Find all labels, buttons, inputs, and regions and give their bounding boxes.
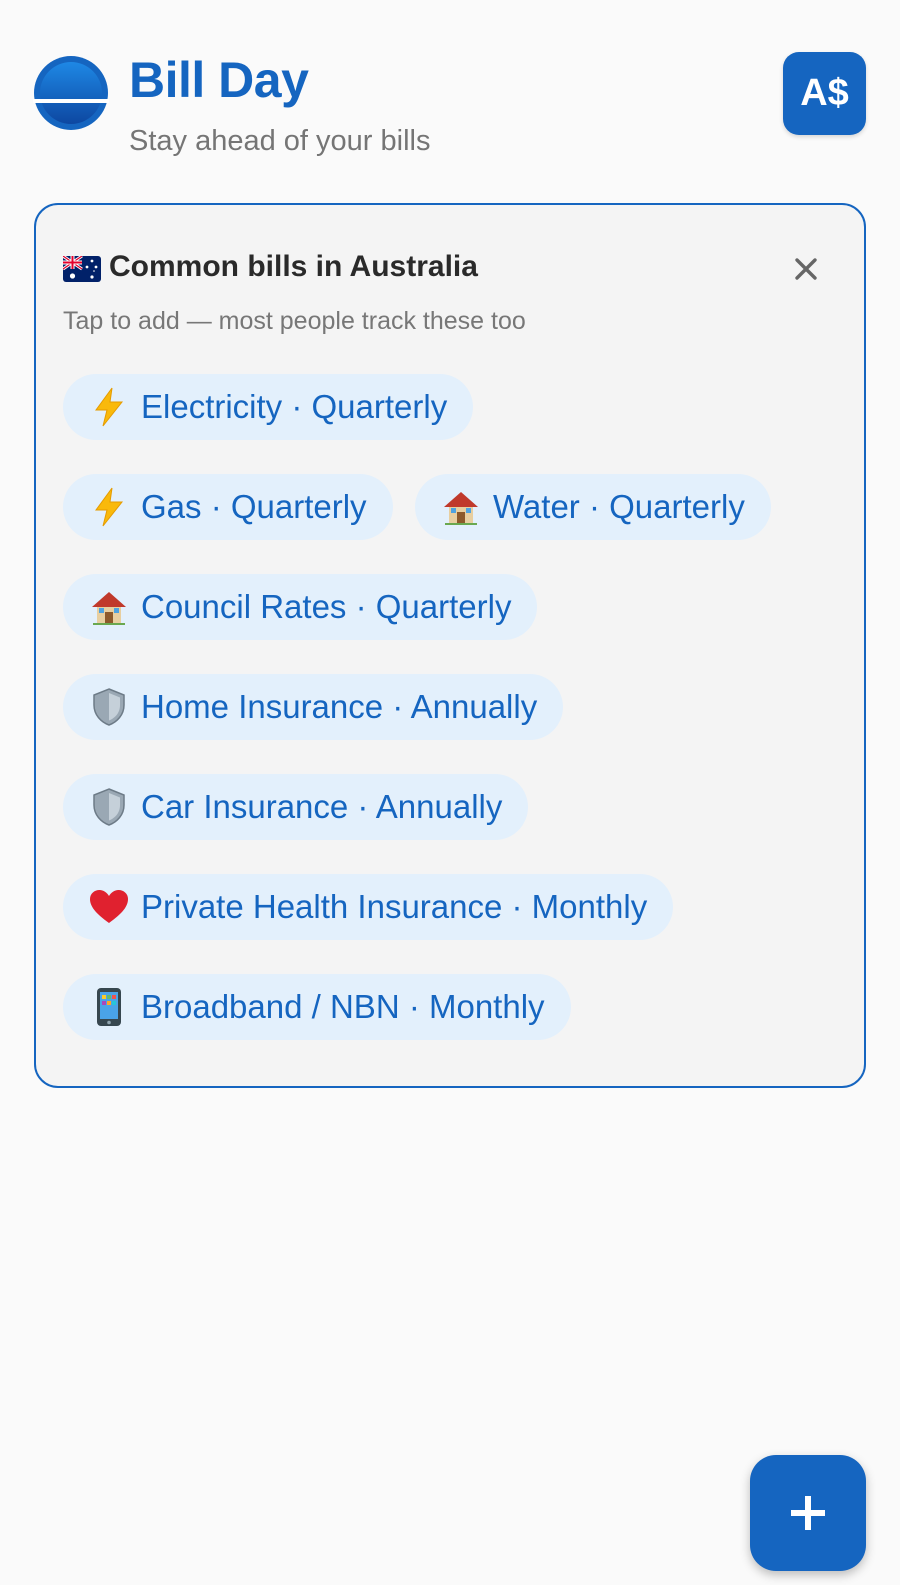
currency-button[interactable]: A$ xyxy=(783,52,866,135)
app-title: Bill Day xyxy=(129,52,309,108)
plus-icon xyxy=(791,1496,825,1530)
phone-icon xyxy=(89,987,129,1027)
chip-council-rates[interactable]: Council Rates · Quarterly xyxy=(63,574,538,640)
australia-flag-icon xyxy=(62,254,101,282)
chip-label: Electricity · Quarterly xyxy=(141,388,448,425)
shield-icon xyxy=(89,787,129,827)
chip-label: Council Rates · Quarterly xyxy=(141,588,512,625)
house-icon xyxy=(89,587,129,627)
chip-label: Car Insurance · Annually xyxy=(141,788,503,825)
app-root: Bill Day Stay ahead of your bills A$ Com… xyxy=(0,0,900,1585)
chip-private-health-insurance[interactable]: Private Health Insurance · Monthly xyxy=(63,874,674,940)
chip-label: Gas · Quarterly xyxy=(141,488,367,525)
close-button[interactable] xyxy=(784,247,828,291)
chip-label: Home Insurance · Annually xyxy=(141,688,538,725)
chip-electricity[interactable]: Electricity · Quarterly xyxy=(63,374,474,440)
card-subtitle: Tap to add — most people track these too xyxy=(63,307,526,335)
shield-icon xyxy=(89,687,129,727)
house-icon xyxy=(441,487,481,527)
heart-icon xyxy=(89,887,129,927)
app-subtitle: Stay ahead of your bills xyxy=(129,125,431,157)
chip-label: Private Health Insurance · Monthly xyxy=(141,888,648,925)
chip-home-insurance[interactable]: Home Insurance · Annually xyxy=(63,674,564,740)
chip-water[interactable]: Water · Quarterly xyxy=(415,474,771,540)
card-title: Common bills in Australia xyxy=(109,250,478,283)
chip-gas[interactable]: Gas · Quarterly xyxy=(63,474,393,540)
close-icon xyxy=(795,258,817,280)
chip-label: Water · Quarterly xyxy=(493,488,745,525)
card-title-row: Common bills in Australia xyxy=(62,248,478,286)
app-header: Bill Day Stay ahead of your bills A$ xyxy=(0,0,900,180)
chip-broadband-nbn[interactable]: Broadband / NBN · Monthly xyxy=(63,974,571,1040)
chip-label: Broadband / NBN · Monthly xyxy=(141,988,545,1025)
add-bill-button[interactable] xyxy=(750,1455,866,1571)
chip-car-insurance[interactable]: Car Insurance · Annually xyxy=(63,774,529,840)
common-bills-card: Common bills in Australia Tap to add — m… xyxy=(34,203,866,1088)
sunrise-logo-icon xyxy=(33,55,109,131)
lightning-icon xyxy=(89,387,129,427)
lightning-icon xyxy=(89,487,129,527)
